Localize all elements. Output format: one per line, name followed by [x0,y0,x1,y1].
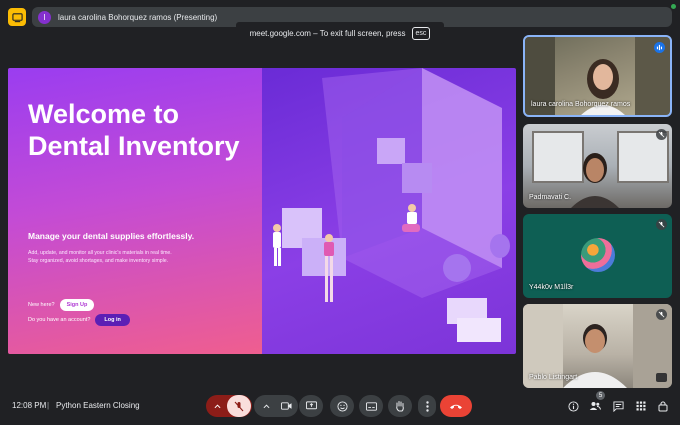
participant-tile[interactable]: Y44k0v M1ll3r [523,214,672,298]
raise-hand-button[interactable] [388,395,412,417]
present-now-button[interactable] [299,395,323,417]
end-call-button[interactable] [440,395,472,417]
avatar [581,238,615,272]
mic-muted-indicator [656,219,667,230]
presenting-indicator-button[interactable] [8,8,26,26]
people-button[interactable] [589,400,601,412]
slide-title: Welcome to Dental Inventory [28,99,240,161]
end-call-icon [450,404,462,409]
chevron-up-icon [214,403,220,408]
camera-toggle-button[interactable] [276,402,296,410]
participant-tile[interactable]: Padmavati C. [523,124,672,208]
separator: | [47,401,50,410]
presenting-label: laura carolina Bohorquez ramos (Presenti… [58,12,218,22]
slide-body: Add, update, and monitor all your clinic… [28,250,172,264]
participant-name: Pablo Listingart [529,374,578,381]
more-options-button[interactable] [418,395,436,417]
mic-off-icon [658,131,665,138]
fullscreen-banner: meet.google.com – To exit full screen, p… [236,22,444,44]
mic-off-icon [658,311,665,318]
present-screen-icon [305,401,317,410]
more-icon [425,400,429,412]
chat-icon [612,400,624,412]
raise-hand-icon [396,401,404,412]
clock: 12:08 PM [12,401,47,410]
info-icon [567,400,579,412]
mic-toggle-button[interactable] [227,395,251,417]
presented-slide: Welcome to Dental Inventory Manage your … [8,68,516,354]
captions-button[interactable] [359,395,383,417]
fullscreen-banner-text: meet.google.com – To exit full screen, p… [249,28,406,38]
mic-muted-indicator [656,129,667,140]
camera-control-group [254,395,298,417]
avatar: l [38,10,51,24]
login-button: Log in [95,314,130,326]
login-row: Do you have an account? Log in [28,314,130,326]
meeting-name: Python Eastern Closing [56,401,140,410]
mic-muted-indicator [656,309,667,320]
present-icon [11,12,23,22]
warehouse-illustration [273,68,510,342]
activities-button[interactable] [635,400,647,412]
mic-off-icon [658,221,665,228]
status-dot [671,4,676,9]
participant-name: Y44k0v M1ll3r [529,284,574,291]
signup-row: New here? Sign Up [28,299,95,311]
pip-icon [656,373,667,382]
mic-control-group [206,395,252,417]
chevron-up-icon [263,403,269,408]
mic-off-icon [234,401,244,411]
emoji-icon [336,400,348,412]
activities-icon [636,401,646,411]
mic-options-button[interactable] [207,395,227,417]
participant-name: Padmavati C. [529,194,572,201]
host-controls-button[interactable] [657,400,669,412]
esc-key: esc [411,26,431,40]
reactions-button[interactable] [330,395,354,417]
people-count-badge: 5 [596,391,605,400]
signup-button: Sign Up [59,299,95,311]
speaking-indicator [654,42,665,53]
participant-tile[interactable]: Pablo Listingart [523,304,672,388]
people-icon [589,402,601,410]
participant-name: laura carolina Bohorquez ramos [531,101,631,108]
participant-tile[interactable]: laura carolina Bohorquez ramos [523,35,672,117]
new-here-text: New here? [28,302,55,308]
chat-button[interactable] [612,400,624,412]
slide-illustration [262,68,516,354]
slide-tagline: Manage your dental supplies effortlessly… [28,231,195,241]
camera-options-button[interactable] [256,403,276,409]
have-account-text: Do you have an account? [28,317,91,323]
host-controls-icon [658,401,668,412]
audio-level-icon [656,44,663,51]
captions-icon [365,401,377,411]
meeting-details-button[interactable] [567,400,579,412]
camera-icon [280,402,292,410]
